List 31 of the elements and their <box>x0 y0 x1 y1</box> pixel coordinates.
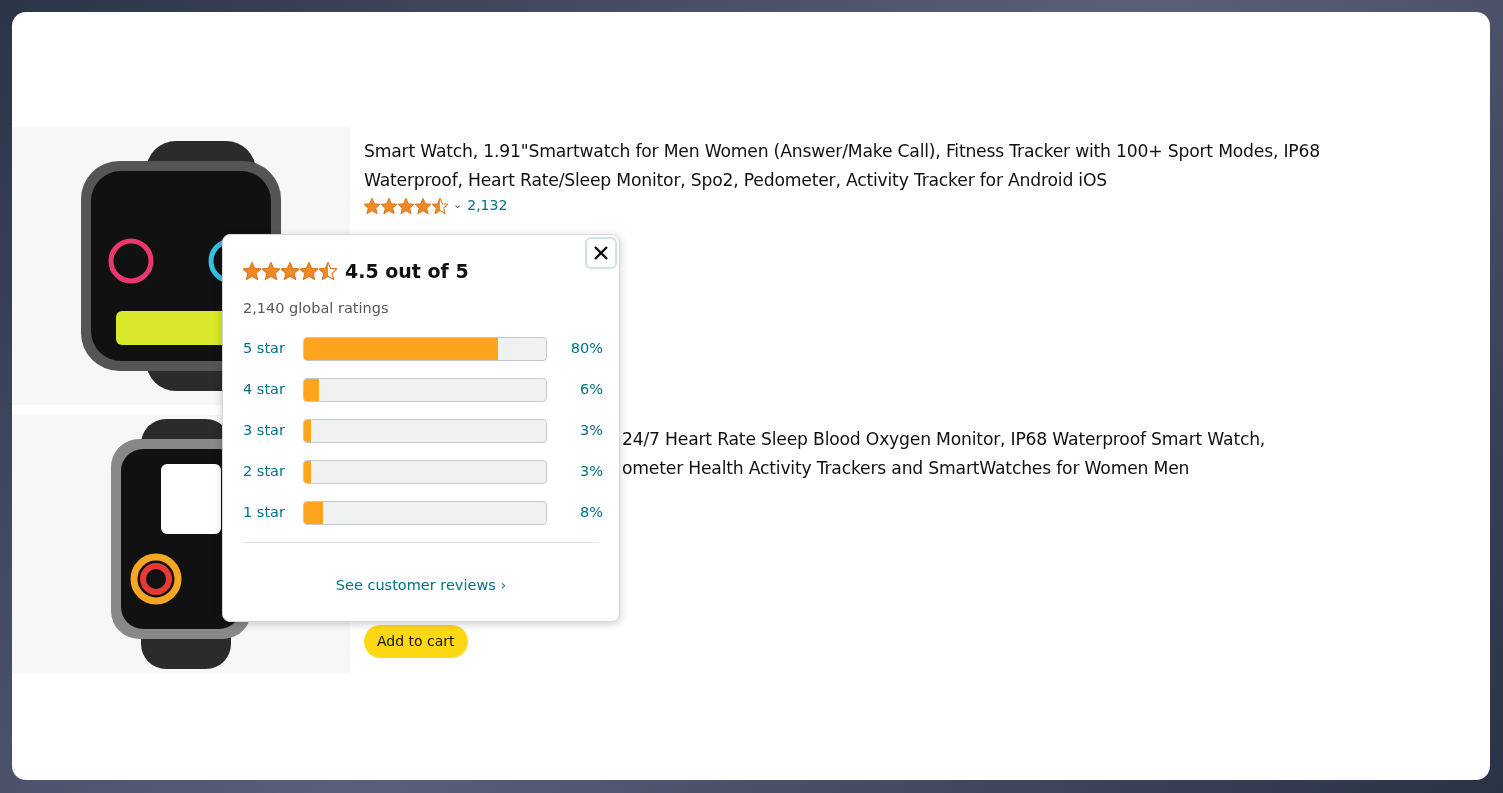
percent-link[interactable]: 6% <box>547 379 603 402</box>
percent-link[interactable]: 3% <box>547 461 603 484</box>
star-icon <box>300 262 318 281</box>
product-title-fragment[interactable]: ometer Health Activity Trackers and SmartWatches for Women Men <box>622 454 1266 483</box>
product-title[interactable]: Smart Watch, 1.91"Smartwatch for Men Women (Answer/Make Call), Fitness Tracker with 100+ Sport Modes, IP68 Waterproof, Heart Rate/Sleep Monitor, Spo2, Pedometer, Activity Tracker for Android iOS <box>364 137 1364 195</box>
percent-link[interactable]: 3% <box>547 420 603 443</box>
star-icon <box>364 197 380 214</box>
product-title-fragment[interactable]: 24/7 Heart Rate Sleep Blood Oxygen Monitor, IP68 Waterproof Smart Watch, <box>622 425 1266 454</box>
star-icon <box>319 262 337 281</box>
rating-heading: 4.5 out of 5 <box>345 259 469 284</box>
star-filter-link[interactable]: 3 star <box>243 420 303 443</box>
star-icon <box>415 197 431 214</box>
see-reviews-link[interactable]: See customer reviews › <box>335 577 507 594</box>
star-icon <box>398 197 414 214</box>
star-icon <box>281 262 299 281</box>
star-icon <box>243 262 261 281</box>
percent-link[interactable]: 8% <box>547 502 603 525</box>
percent-link[interactable]: 80% <box>547 338 603 361</box>
star-filter-link[interactable]: 4 star <box>243 379 303 402</box>
close-button[interactable] <box>585 237 617 269</box>
rating-count-link[interactable]: 2,132 <box>467 195 508 216</box>
star-icon <box>262 262 280 281</box>
star-icon <box>381 197 397 214</box>
add-to-cart-button[interactable]: Add to cart <box>364 625 468 658</box>
star-filter-link[interactable]: 1 star <box>243 502 303 525</box>
close-icon <box>593 245 609 261</box>
global-ratings-count: 2,140 global ratings <box>243 298 390 318</box>
star-filter-link[interactable]: 5 star <box>243 338 303 361</box>
caret-icon[interactable]: ⌄ <box>453 197 463 214</box>
star-filter-link[interactable]: 2 star <box>243 461 303 484</box>
star-icon <box>432 197 448 214</box>
